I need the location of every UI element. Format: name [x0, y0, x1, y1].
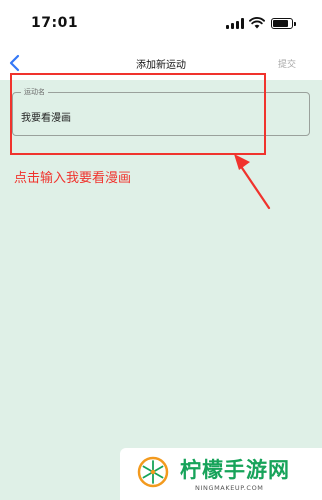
wifi-icon	[249, 17, 265, 29]
cellular-signal-icon	[226, 18, 244, 29]
annotation-arrow-icon	[234, 154, 271, 210]
submit-button[interactable]: 提交	[278, 57, 296, 70]
annotation-instruction: 点击输入我要看漫画	[14, 171, 132, 186]
page-title: 添加新运动	[136, 60, 186, 71]
watermark-subtitle: NINGMAKEUP.COM	[195, 484, 264, 492]
watermark-title: 柠檬手游网	[180, 458, 290, 482]
status-time: 17:01	[31, 15, 79, 31]
lemon-logo-icon	[137, 456, 169, 488]
status-bar: 17:01	[0, 0, 322, 48]
annotation-highlight-box	[10, 73, 266, 155]
watermark: 柠檬手游网 NINGMAKEUP.COM	[120, 448, 322, 500]
battery-icon	[271, 18, 296, 29]
